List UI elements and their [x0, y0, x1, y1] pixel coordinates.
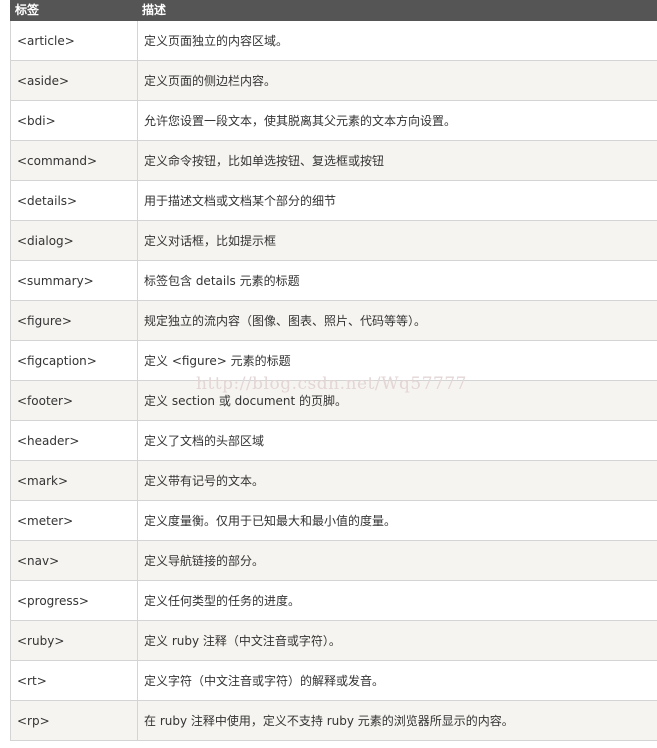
description-cell: 定义页面独立的内容区域。	[137, 20, 657, 61]
html5-tags-table: 标签 描述 <article> 定义页面独立的内容区域。 <aside> 定义页面的…	[10, 0, 657, 741]
tag-cell: <mark>	[10, 460, 138, 501]
tag-cell: <header>	[10, 420, 138, 461]
description-cell: 定义 ruby 注释（中文注音或字符）。	[137, 620, 657, 661]
tag-cell: <command>	[10, 140, 138, 181]
tag-cell: <rp>	[10, 700, 138, 741]
description-cell: 定义命令按钮，比如单选按钮、复选框或按钮	[137, 140, 657, 181]
tag-cell: <meter>	[10, 500, 138, 541]
description-cell: 定义了文档的头部区域	[137, 420, 657, 461]
tag-cell: <figure>	[10, 300, 138, 341]
table-row: <ruby> 定义 ruby 注释（中文注音或字符）。	[10, 620, 657, 661]
tag-cell: <figcaption>	[10, 340, 138, 381]
description-cell: 定义页面的侧边栏内容。	[137, 60, 657, 101]
table-row: <summary> 标签包含 details 元素的标题	[10, 260, 657, 301]
description-cell: 在 ruby 注释中使用，定义不支持 ruby 元素的浏览器所显示的内容。	[137, 700, 657, 741]
table-row: <meter> 定义度量衡。仅用于已知最大和最小值的度量。	[10, 500, 657, 541]
description-cell: 标签包含 details 元素的标题	[137, 260, 657, 301]
table-header-row: 标签 描述	[10, 0, 657, 21]
tag-cell: <article>	[10, 20, 138, 61]
table-row: <command> 定义命令按钮，比如单选按钮、复选框或按钮	[10, 140, 657, 181]
table-row: <mark> 定义带有记号的文本。	[10, 460, 657, 501]
description-cell: 用于描述文档或文档某个部分的细节	[137, 180, 657, 221]
description-cell: 定义导航链接的部分。	[137, 540, 657, 581]
tag-cell: <progress>	[10, 580, 138, 621]
description-cell: 规定独立的流内容（图像、图表、照片、代码等等）。	[137, 300, 657, 341]
table-row: <footer> 定义 section 或 document 的页脚。	[10, 380, 657, 421]
header-tag: 标签	[10, 0, 138, 21]
table-row: <rp> 在 ruby 注释中使用，定义不支持 ruby 元素的浏览器所显示的内容…	[10, 700, 657, 741]
table-row: <bdi> 允许您设置一段文本，使其脱离其父元素的文本方向设置。	[10, 100, 657, 141]
description-cell: 定义字符（中文注音或字符）的解释或发音。	[137, 660, 657, 701]
tag-cell: <details>	[10, 180, 138, 221]
description-cell: 定义任何类型的任务的进度。	[137, 580, 657, 621]
description-cell: 定义 section 或 document 的页脚。	[137, 380, 657, 421]
table-row: <dialog> 定义对话框，比如提示框	[10, 220, 657, 261]
tag-cell: <bdi>	[10, 100, 138, 141]
tag-cell: <aside>	[10, 60, 138, 101]
table-row: <rt> 定义字符（中文注音或字符）的解释或发音。	[10, 660, 657, 701]
table-row: <aside> 定义页面的侧边栏内容。	[10, 60, 657, 101]
description-cell: 定义带有记号的文本。	[137, 460, 657, 501]
table-row: <figure> 规定独立的流内容（图像、图表、照片、代码等等）。	[10, 300, 657, 341]
tag-cell: <footer>	[10, 380, 138, 421]
table-row: <header> 定义了文档的头部区域	[10, 420, 657, 461]
table-row: <details> 用于描述文档或文档某个部分的细节	[10, 180, 657, 221]
tag-cell: <summary>	[10, 260, 138, 301]
table-row: <figcaption> 定义 <figure> 元素的标题	[10, 340, 657, 381]
header-description: 描述	[137, 0, 657, 21]
table-row: <nav> 定义导航链接的部分。	[10, 540, 657, 581]
table-row: <progress> 定义任何类型的任务的进度。	[10, 580, 657, 621]
table-row: <article> 定义页面独立的内容区域。	[10, 20, 657, 61]
tag-cell: <nav>	[10, 540, 138, 581]
description-cell: 允许您设置一段文本，使其脱离其父元素的文本方向设置。	[137, 100, 657, 141]
tag-cell: <ruby>	[10, 620, 138, 661]
tag-cell: <dialog>	[10, 220, 138, 261]
tag-cell: <rt>	[10, 660, 138, 701]
description-cell: 定义对话框，比如提示框	[137, 220, 657, 261]
description-cell: 定义度量衡。仅用于已知最大和最小值的度量。	[137, 500, 657, 541]
description-cell: 定义 <figure> 元素的标题	[137, 340, 657, 381]
